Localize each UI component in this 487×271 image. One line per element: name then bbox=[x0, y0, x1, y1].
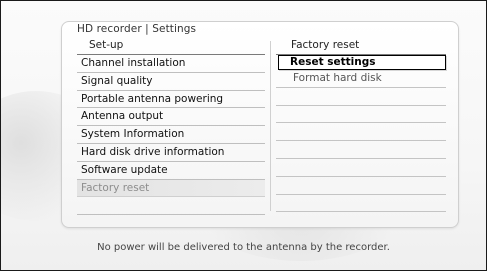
page-title: HD recorder | Settings bbox=[77, 23, 197, 35]
empty-row bbox=[276, 106, 446, 124]
status-message: No power will be delivered to the antenn… bbox=[97, 242, 390, 253]
menu-item-factory-reset[interactable]: Factory reset bbox=[77, 179, 265, 198]
menu-item-software-update[interactable]: Software update bbox=[77, 162, 265, 180]
empty-row bbox=[276, 141, 446, 159]
menu-item-portable-antenna-powering[interactable]: Portable antenna powering bbox=[77, 91, 265, 109]
submenu-item-reset-settings[interactable]: Reset settings bbox=[278, 55, 446, 70]
menu-item-system-information[interactable]: System Information bbox=[77, 126, 265, 144]
menu-item-signal-quality[interactable]: Signal quality bbox=[77, 73, 265, 91]
menu-item-hard-disk-information[interactable]: Hard disk drive information bbox=[77, 144, 265, 162]
submenu-item-format-hard-disk[interactable]: Format hard disk bbox=[276, 70, 446, 88]
right-column-header: Factory reset bbox=[291, 39, 360, 51]
menu-item-antenna-output[interactable]: Antenna output bbox=[77, 108, 265, 127]
tv-screen: HD recorder | Settings Set-up Factory re… bbox=[0, 0, 487, 271]
menu-item-channel-installation[interactable]: Channel installation bbox=[77, 55, 265, 73]
factory-reset-submenu: Reset settings Format hard disk bbox=[276, 55, 446, 213]
empty-row bbox=[77, 197, 265, 216]
empty-row bbox=[276, 159, 446, 177]
setup-menu: Channel installation Signal quality Port… bbox=[77, 55, 265, 216]
empty-row bbox=[276, 195, 446, 213]
empty-row bbox=[276, 123, 446, 142]
empty-row bbox=[276, 88, 446, 106]
left-column-header: Set-up bbox=[89, 39, 124, 51]
empty-row bbox=[276, 177, 446, 195]
column-divider bbox=[270, 41, 271, 211]
